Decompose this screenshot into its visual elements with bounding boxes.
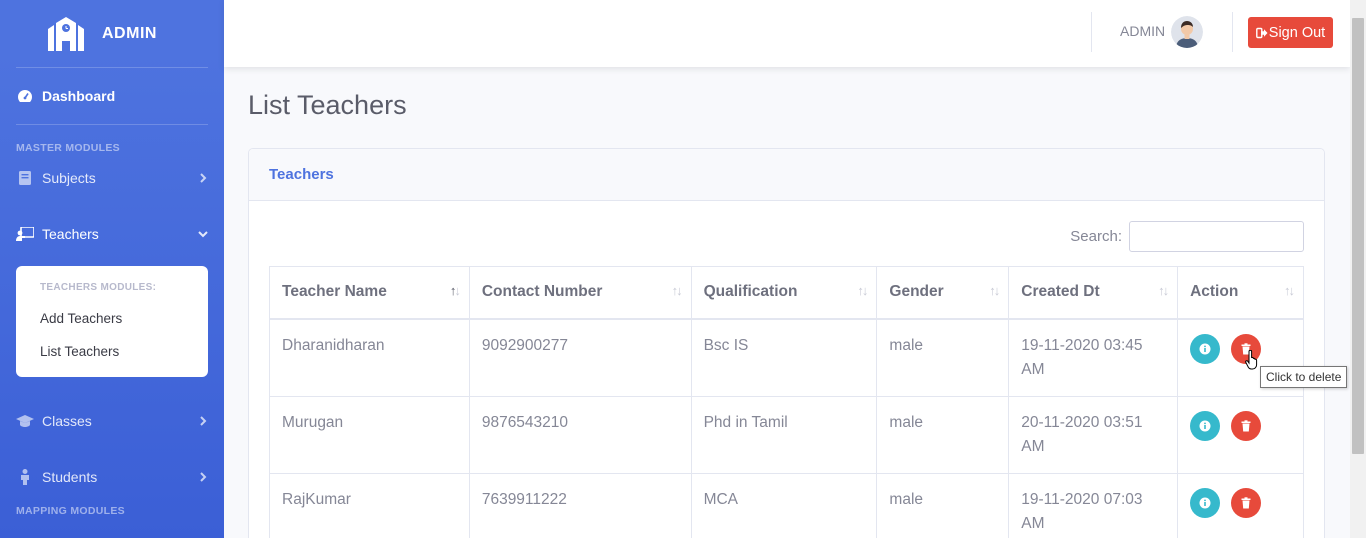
sidebar-item-subjects[interactable]: Subjects — [0, 154, 224, 202]
column-header-action[interactable]: Action ↑↓ — [1177, 266, 1304, 320]
delete-tooltip: Click to delete — [1260, 366, 1348, 388]
scrollbar-thumb[interactable] — [1352, 18, 1364, 454]
graduation-cap-icon — [16, 413, 34, 429]
sidebar-heading-mapping: MAPPING MODULES — [16, 505, 125, 517]
cell-qualification: Phd in Tamil — [690, 395, 878, 474]
cell-qualification: Bsc IS — [690, 318, 878, 397]
cell-teacher-name: Murugan — [269, 395, 470, 474]
card-header: Teachers — [249, 149, 1324, 201]
cell-gender: male — [876, 472, 1010, 538]
delete-button[interactable] — [1231, 487, 1262, 518]
sidebar-item-dashboard[interactable]: Dashboard — [0, 68, 224, 124]
chevron-right-icon — [200, 416, 207, 426]
sidebar-item-label: Dashboard — [42, 88, 116, 104]
cell-created-dt: 19-11-2020 03:45 AM — [1008, 318, 1179, 397]
sign-out-button[interactable]: Sign Out — [1248, 17, 1333, 48]
info-icon — [1199, 343, 1211, 354]
cell-teacher-name: Dharanidharan — [269, 318, 470, 397]
teachers-card: Teachers Search: Teacher Name ↑↓ Contact … — [248, 148, 1325, 538]
info-button[interactable] — [1190, 487, 1221, 518]
info-icon — [1199, 497, 1211, 508]
teachers-submenu: TEACHERS MODULES: Add Teachers List Teac… — [16, 266, 208, 377]
page-title: List Teachers — [248, 90, 407, 120]
topbar-divider — [1232, 12, 1233, 52]
chevron-down-icon — [198, 231, 208, 238]
trash-icon — [1241, 419, 1251, 431]
table-header-row: Teacher Name ↑↓ Contact Number ↑↓ Qualific… — [269, 266, 1304, 320]
card-title: Teachers — [269, 166, 334, 183]
column-header-created-dt[interactable]: Created Dt ↑↓ — [1008, 266, 1179, 320]
delete-button[interactable] — [1231, 410, 1262, 441]
cell-gender: male — [876, 318, 1010, 397]
sidebar-item-teachers[interactable]: Teachers — [0, 202, 224, 266]
trash-icon — [1241, 496, 1251, 508]
sign-out-label: Sign Out — [1268, 24, 1326, 41]
topbar: ADMIN Sign Out — [224, 0, 1350, 67]
sort-icon: ↑↓ — [857, 283, 868, 298]
sort-icon: ↑↓ — [449, 283, 461, 298]
sidebar-heading-master: MASTER MODULES — [16, 142, 120, 154]
table-row: Dharanidharan 9092900277 Bsc IS male 19-… — [269, 318, 1304, 397]
search-row: Search: — [1070, 221, 1304, 252]
info-button[interactable] — [1190, 333, 1221, 364]
topbar-divider — [1091, 12, 1092, 52]
page-scrollbar[interactable] — [1350, 0, 1366, 538]
cell-gender: male — [876, 395, 1010, 474]
column-header-teacher-name[interactable]: Teacher Name ↑↓ — [269, 266, 470, 320]
sidebar-item-label: Subjects — [42, 170, 96, 186]
sidebar-item-classes[interactable]: Classes — [0, 393, 224, 449]
submenu-item-add-teachers[interactable]: Add Teachers — [16, 303, 208, 336]
submenu-item-list-teachers[interactable]: List Teachers — [16, 336, 208, 369]
search-label: Search: — [1070, 228, 1122, 245]
tachometer-icon — [16, 88, 34, 104]
cell-created-dt: 20-11-2020 03:51 AM — [1008, 395, 1179, 474]
submenu-heading: TEACHERS MODULES: — [40, 282, 157, 293]
column-header-qualification[interactable]: Qualification ↑↓ — [690, 266, 878, 320]
table-row: RajKumar 7639911222 MCA male 19-11-2020 … — [269, 472, 1304, 538]
search-input[interactable] — [1129, 221, 1304, 252]
cell-contact-number: 9876543210 — [468, 395, 692, 474]
chevron-right-icon — [200, 472, 207, 482]
hand-pointer-icon — [1245, 350, 1258, 370]
cell-teacher-name: RajKumar — [269, 472, 470, 538]
sort-icon: ↑↓ — [671, 283, 683, 298]
book-icon — [16, 170, 34, 186]
cell-actions — [1177, 472, 1304, 538]
brand[interactable]: ADMIN — [0, 0, 224, 67]
school-building-icon — [48, 16, 84, 51]
sidebar-item-students[interactable]: Students — [0, 449, 224, 505]
user-avatar[interactable] — [1171, 16, 1203, 48]
user-name[interactable]: ADMIN — [1120, 23, 1165, 39]
brand-name: ADMIN — [102, 24, 157, 42]
sidebar-item-label: Teachers — [42, 226, 99, 242]
chalkboard-teacher-icon — [16, 226, 34, 242]
sidebar-item-label: Classes — [42, 413, 92, 429]
info-icon — [1199, 420, 1211, 431]
child-icon — [16, 469, 34, 485]
sidebar: ADMIN Dashboard MASTER MODULES Subjects … — [0, 0, 224, 538]
column-header-gender[interactable]: Gender ↑↓ — [876, 266, 1010, 320]
cell-qualification: MCA — [690, 472, 878, 538]
sign-out-icon — [1255, 27, 1268, 38]
cell-actions — [1177, 395, 1304, 474]
teachers-table: Teacher Name ↑↓ Contact Number ↑↓ Qualific… — [269, 266, 1304, 538]
cell-created-dt: 19-11-2020 07:03 AM — [1008, 472, 1179, 538]
cell-contact-number: 7639911222 — [468, 472, 692, 538]
column-header-contact-number[interactable]: Contact Number ↑↓ — [468, 266, 692, 320]
sidebar-item-label: Students — [42, 469, 98, 485]
sort-icon: ↑↓ — [989, 283, 1000, 298]
sort-icon: ↑↓ — [1158, 283, 1169, 298]
cell-contact-number: 9092900277 — [468, 318, 692, 397]
chevron-right-icon — [200, 173, 207, 183]
sort-icon: ↑↓ — [1284, 283, 1295, 298]
table-row: Murugan 9876543210 Phd in Tamil male 20-… — [269, 395, 1304, 474]
info-button[interactable] — [1190, 410, 1221, 441]
